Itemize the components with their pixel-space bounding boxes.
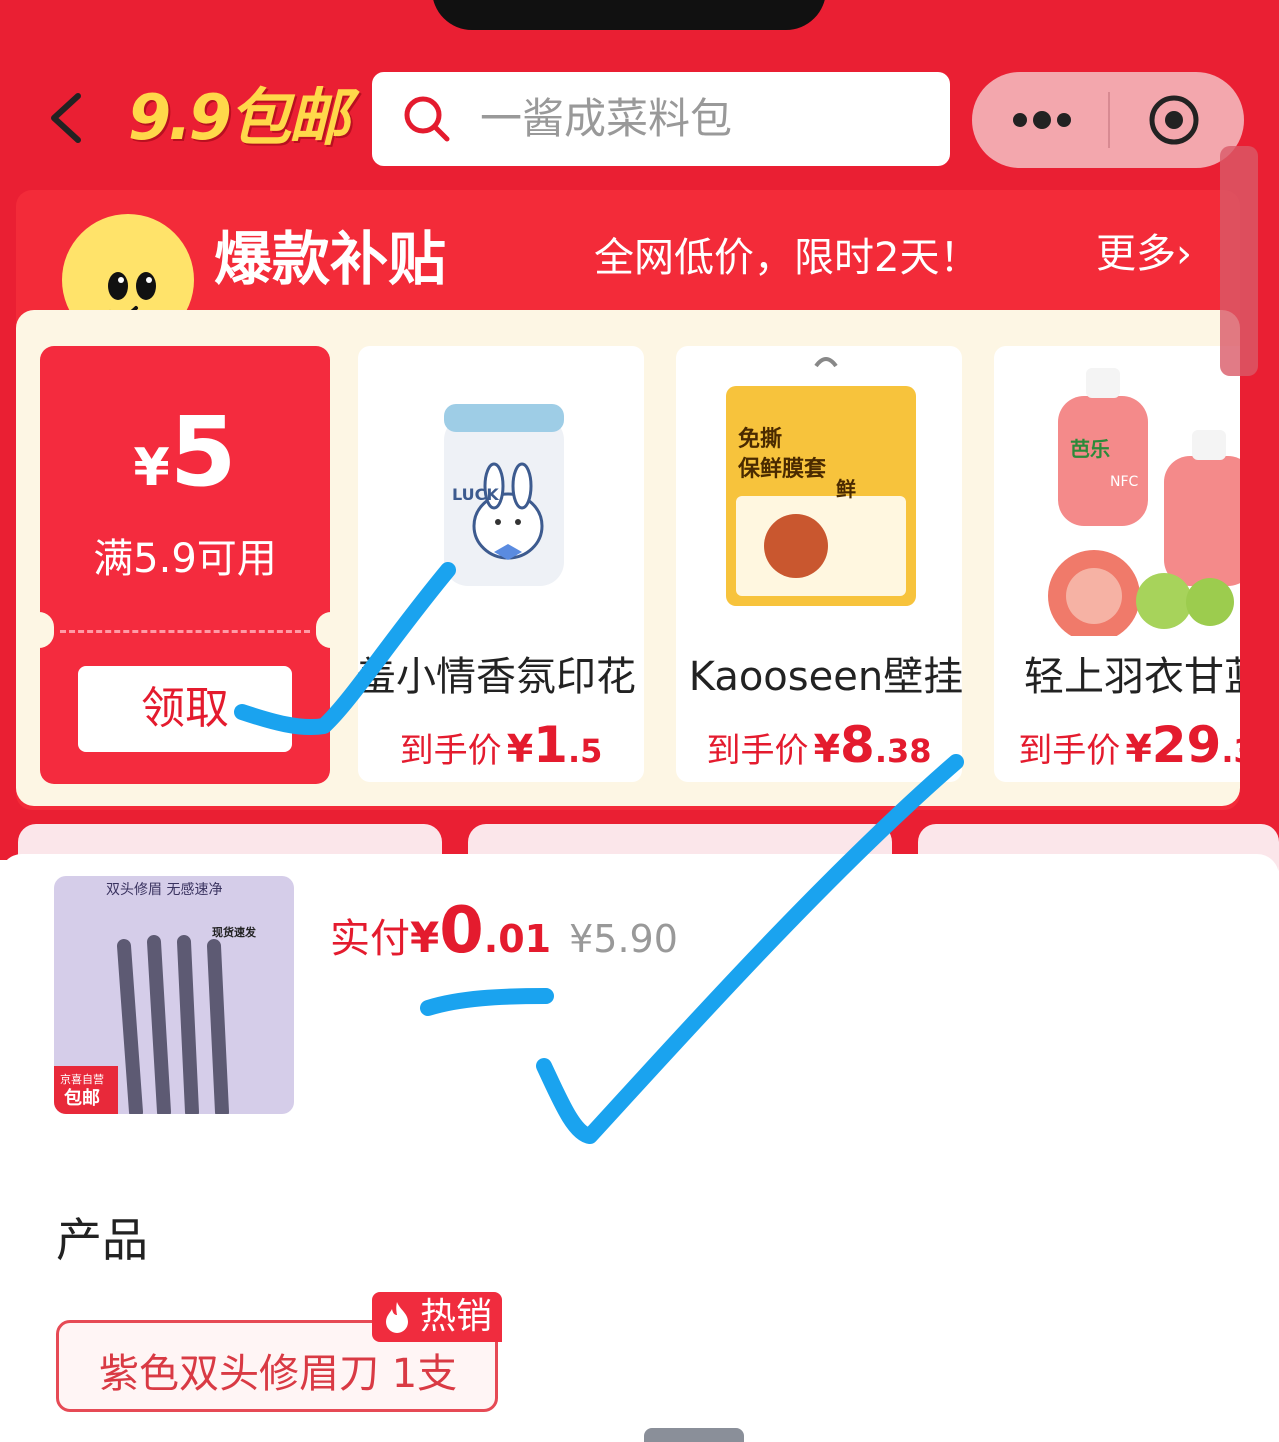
product-image-text: 保鲜膜套 (737, 456, 826, 482)
product-image-text: 鲜 (836, 477, 856, 501)
search-icon (404, 96, 450, 142)
search-bar[interactable]: 一酱成菜料包 (372, 72, 950, 166)
product-name: 轻上羽衣甘蓝 (1024, 654, 1240, 700)
product-image: 免撕 保鲜膜套 鲜 (726, 357, 916, 606)
coupon-condition: 满5.9可用 (93, 536, 277, 582)
product-thumbnail: 双头修眉 无感速净 现货速发 京喜自营 包邮 (54, 876, 294, 1114)
product-image-text: LUCK (452, 485, 499, 504)
phone-notch (432, 0, 826, 30)
close-target-icon[interactable] (1148, 94, 1200, 146)
search-placeholder: 一酱成菜料包 (480, 94, 733, 143)
coupon-value: 5 (169, 396, 237, 508)
brand-logo: 9.9包邮 (128, 81, 350, 154)
more-dots-icon[interactable] (1010, 102, 1074, 138)
purchase-sheet: 双头修眉 无感速净 现货速发 京喜自营 包邮 实付¥0.01 ¥5.90 产品 紫… (0, 854, 1279, 1439)
promo-subtitle: 全网低价，限时2天！ (594, 235, 980, 281)
product-image: LUCK (444, 404, 564, 586)
product-shelf: ¥5 满5.9可用 领取 LUCK 羞小情香氛印花 到手价 ¥1.5 免撕 保鲜… (16, 310, 1240, 806)
product-card[interactable]: LUCK 羞小情香氛印花 到手价 ¥1.5 (358, 346, 644, 782)
product-card[interactable]: 芭乐 NFC 轻上羽衣甘蓝 到手价 ¥29.3 (994, 346, 1240, 782)
product-name: Kaooseen壁挂 (688, 654, 962, 700)
product-image-text: NFC (1110, 474, 1139, 490)
product-price: 到手价 ¥29.3 (1018, 716, 1240, 774)
pay-price: 实付¥0.01 ¥5.90 (330, 894, 678, 968)
product-name: 羞小情香氛印花 (358, 654, 636, 700)
bottom-peek-tab (644, 1428, 744, 1442)
thumb-tag: 现货速发 (212, 925, 257, 939)
capsule-divider (1108, 92, 1110, 148)
option-label: 紫色双头修眉刀 1支 (99, 1351, 458, 1397)
subsidy-panel: 爆款补贴 全网低价，限时2天！ 更多› ¥5 满5.9可用 领取 LUCK 羞小… (16, 190, 1240, 810)
coupon-amount: ¥5 (40, 396, 330, 508)
section-title: 产品 (56, 1213, 148, 1267)
thumb-badge-line1: 京喜自营 (60, 1072, 104, 1086)
coupon-notch-right (316, 612, 346, 648)
product-card[interactable]: 免撕 保鲜膜套 鲜 Kaooseen壁挂 到手价 ¥8.38 (676, 346, 962, 782)
promo-title: 爆款补贴 (214, 225, 447, 293)
product-price: 到手价 ¥1.5 (399, 716, 603, 774)
page-scrollbar[interactable] (1220, 146, 1258, 376)
hot-badge: 热销 (372, 1292, 502, 1342)
hot-badge-text: 热销 (420, 1296, 493, 1337)
product-image: 芭乐 NFC (1048, 368, 1240, 636)
product-image-text: 芭乐 (1070, 437, 1110, 461)
thumb-badge-line2: 包邮 (64, 1087, 100, 1109)
coupon-currency: ¥ (133, 438, 170, 498)
flame-icon (386, 1302, 408, 1333)
claim-coupon-button[interactable]: 领取 (78, 666, 292, 752)
coupon-divider (60, 630, 310, 633)
coupon-card: ¥5 满5.9可用 领取 (24, 346, 346, 784)
original-price: ¥5.90 (569, 917, 678, 961)
mini-program-capsule (972, 72, 1244, 168)
coupon-notch-left (24, 612, 54, 648)
product-price: 到手价 ¥8.38 (706, 716, 932, 774)
promo-more-link[interactable]: 更多› (1096, 226, 1192, 282)
back-arrow-icon[interactable] (46, 92, 88, 144)
product-image-text: 免撕 (738, 426, 782, 452)
thumb-title: 双头修眉 无感速净 (106, 881, 222, 898)
